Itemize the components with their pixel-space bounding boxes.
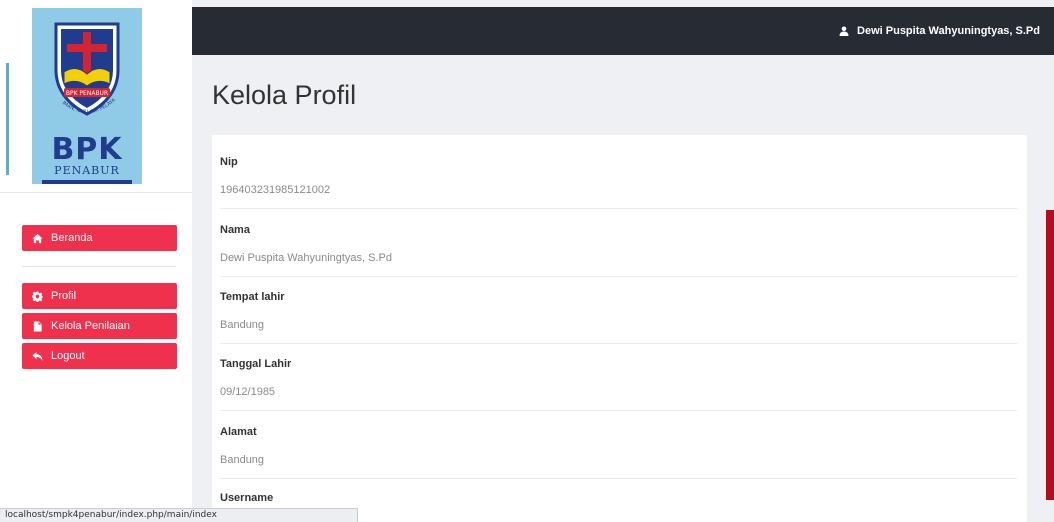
field-divider [220,276,1017,277]
field-value: 09/12/1985 [220,386,276,398]
sidebar-divider [0,192,192,193]
field-alamat: Alamat Bandung [220,426,1017,479]
field-divider [220,208,1017,209]
field-label: Tempat lahir [220,291,285,303]
gear-icon [32,290,43,302]
top-navbar: Dewi Puspita Wahyuningtyas, S.Pd [192,7,1054,55]
field-nama: Nama Dewi Puspita Wahyuningtyas, S.Pd [220,224,1017,277]
profile-card: Nip 196403231985121002 Nama Dewi Puspita… [212,135,1027,522]
field-divider [220,343,1017,344]
field-tempat-lahir: Tempat lahir Bandung [220,291,1017,344]
reply-icon [32,351,43,361]
field-username: Username [220,492,1017,504]
field-label: Tanggal Lahir [220,358,292,370]
sidebar-item-logout[interactable]: Logout [22,343,177,369]
sidebar-accent-bar [6,63,9,175]
user-menu[interactable]: Dewi Puspita Wahyuningtyas, S.Pd [839,7,1040,55]
sidebar: BPK PENABUR IMAN, ILMU dan PELAYANAN BPK… [0,0,192,522]
sidebar-item-label: Profil [51,290,77,302]
crest-icon: BPK PENABUR IMAN, ILMU dan PELAYANAN [50,18,120,116]
crest-banner-text: BPK PENABUR [66,90,108,97]
school-logo[interactable]: BPK PENABUR IMAN, ILMU dan PELAYANAN BPK… [32,8,142,184]
sidebar-item-kelola-penilaian[interactable]: Kelola Penilaian [22,313,177,339]
sidebar-section-divider [22,266,176,267]
field-nip: Nip 196403231985121002 [220,156,1017,209]
file-icon [33,320,42,332]
field-value: Dewi Puspita Wahyuningtyas, S.Pd [220,252,393,264]
field-value: 196403231985121002 [220,184,331,196]
sidebar-item-beranda[interactable]: Beranda [22,225,177,251]
field-label: Nama [220,224,250,236]
browser-status-url: localhost/smpk4penabur/index.php/main/in… [0,508,358,522]
sidebar-item-label: Logout [51,350,85,362]
sidebar-item-profil[interactable]: Profil [22,283,177,309]
home-icon [32,233,43,243]
brand-underline [42,180,132,184]
user-name: Dewi Puspita Wahyuningtyas, S.Pd [857,25,1040,37]
right-edge-accent [1046,210,1054,500]
field-value: Bandung [220,454,265,466]
sidebar-item-label: Beranda [51,232,93,244]
user-icon [839,26,849,36]
field-value: Bandung [220,319,265,331]
sidebar-item-label: Kelola Penilaian [51,320,130,332]
brand-sub-text: PENABUR [54,164,120,177]
field-label: Username [220,492,274,504]
field-label: Nip [220,156,238,168]
brand-main-text: BPK [51,132,123,167]
field-divider [220,410,1017,411]
field-tanggal-lahir: Tanggal Lahir 09/12/1985 [220,358,1017,411]
page-title: Kelola Profil [212,80,357,110]
field-divider [220,478,1017,479]
field-label: Alamat [220,426,257,438]
